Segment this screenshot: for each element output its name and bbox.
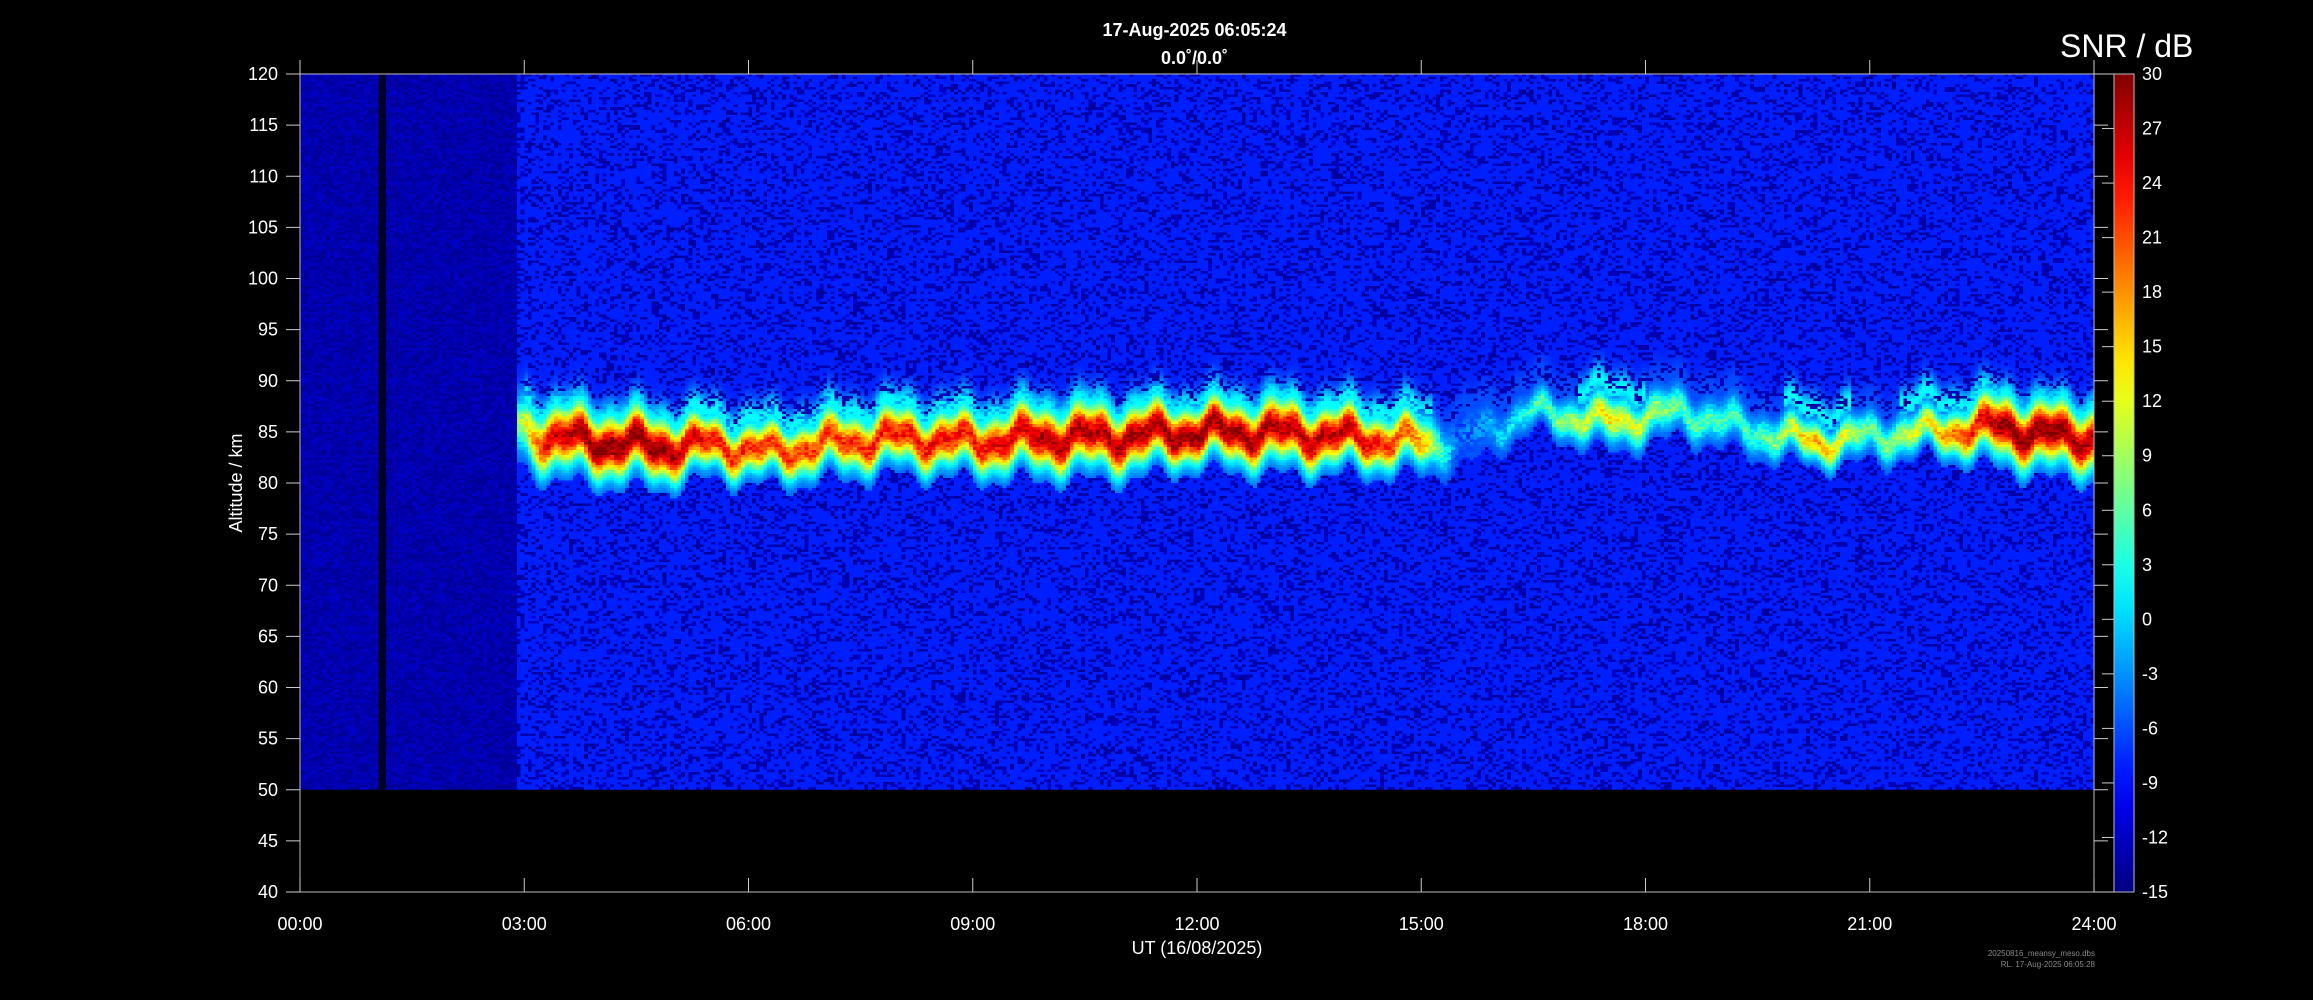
- y-tick-label: 95: [258, 320, 278, 340]
- heatmap-image: [300, 74, 2094, 790]
- y-tick-label: 50: [258, 780, 278, 800]
- y-tick-label: 60: [258, 678, 278, 698]
- x-tick-label: 03:00: [502, 914, 547, 934]
- x-tick-label: 21:00: [1847, 914, 1892, 934]
- file-render-note: RL. 17-Aug-2025 06:05:28: [2000, 960, 2095, 969]
- x-axis-label: UT (16/08/2025): [1132, 938, 1263, 958]
- colorbar-tick-label: 18: [2142, 282, 2162, 302]
- x-tick-label: 24:00: [2071, 914, 2116, 934]
- y-tick-label: 55: [258, 729, 278, 749]
- y-tick-label: 90: [258, 371, 278, 391]
- x-tick-label: 06:00: [726, 914, 771, 934]
- colorbar-tick-label: -9: [2142, 773, 2158, 793]
- colorbar-tick-label: 27: [2142, 119, 2162, 139]
- y-tick-label: 115: [249, 115, 278, 135]
- plot-title-angles: 0.0˚/0.0˚: [1160, 48, 1229, 68]
- colorbar-tick-label: 21: [2142, 228, 2162, 248]
- colorbar-tick-label: -3: [2142, 664, 2158, 684]
- x-tick-label: 00:00: [277, 914, 322, 934]
- colorbar: -15-12-9-6-3036912151821242730: [2102, 64, 2168, 902]
- y-tick-label: 75: [258, 524, 278, 544]
- y-tick-label: 100: [248, 269, 278, 289]
- y-tick-label: 40: [258, 882, 278, 902]
- y-tick-label: 105: [248, 217, 278, 237]
- y-tick-label: 110: [249, 166, 278, 186]
- colorbar-tick-label: -15: [2142, 882, 2168, 902]
- colorbar-tick-label: 3: [2142, 555, 2152, 575]
- y-tick-label: 85: [258, 422, 278, 442]
- colorbar-tick-label: 6: [2142, 500, 2152, 520]
- x-tick-label: 12:00: [1174, 914, 1219, 934]
- colorbar-tick-label: 15: [2142, 337, 2162, 357]
- plot-title-timestamp: 17-Aug-2025 06:05:24: [1102, 20, 1287, 40]
- file-name-note: 20250816_meansy_meso.dbs: [1987, 949, 2095, 958]
- rti-plot: 00:00 03:00 06:00 09:00 12:00 15:00 18:00 21:00…: [226, 60, 2168, 958]
- colorbar-tick-label: -6: [2142, 718, 2158, 738]
- colorbar-tick-label: 0: [2142, 609, 2152, 629]
- x-tick-label: 18:00: [1623, 914, 1668, 934]
- y-tick-label: 65: [258, 626, 278, 646]
- colorbar-title: SNR / dB: [2060, 28, 2194, 64]
- y-tick-label: 80: [258, 473, 278, 493]
- colorbar-tick-label: 9: [2142, 446, 2152, 466]
- y-axis-label: Altitude / km: [226, 433, 246, 532]
- y-tick-label: 45: [258, 831, 278, 851]
- x-tick-label: 15:00: [1399, 914, 1444, 934]
- y-tick-label: 70: [258, 575, 278, 595]
- x-tick-label: 09:00: [950, 914, 995, 934]
- colorbar-scale: [2113, 73, 2135, 893]
- colorbar-tick-label: 12: [2142, 391, 2162, 411]
- colorbar-tick-label: 24: [2142, 173, 2162, 193]
- colorbar-tick-label: -12: [2142, 827, 2168, 847]
- heatmap: [300, 74, 2094, 790]
